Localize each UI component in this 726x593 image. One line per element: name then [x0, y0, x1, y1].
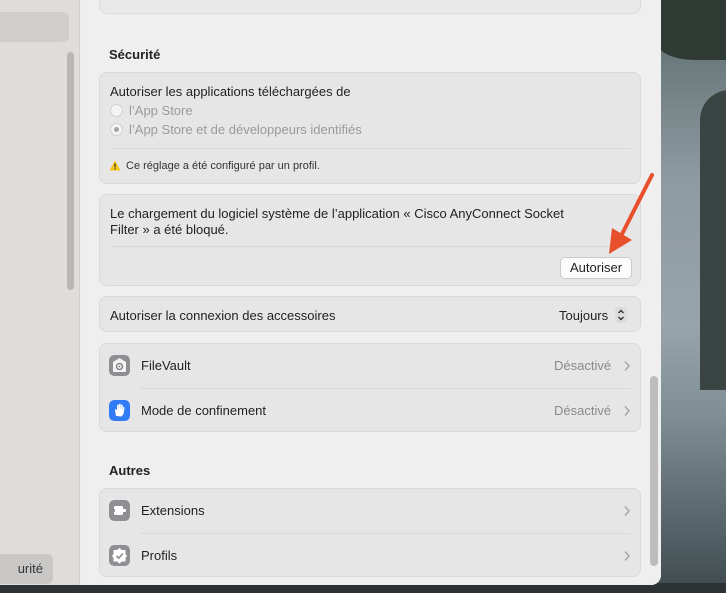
- lockdown-label: Mode de confinement: [141, 403, 267, 418]
- filevault-status: Désactivé: [554, 358, 612, 373]
- hand-icon: [109, 400, 130, 421]
- downloads-heading: Autoriser les applications téléchargées …: [110, 84, 351, 99]
- chevron-right-icon: [624, 506, 630, 516]
- downloads-box: Autoriser les applications téléchargées …: [99, 72, 641, 184]
- profile-notice: Ce réglage a été configuré par un profil…: [126, 160, 320, 172]
- profiles-icon: [109, 545, 130, 566]
- settings-window: urité Sécurité Autoriser les application…: [0, 0, 661, 585]
- sidebar-scrollbar[interactable]: [67, 52, 74, 290]
- accessories-popup-value[interactable]: Toujours: [559, 308, 608, 323]
- extensions-label: Extensions: [141, 503, 205, 518]
- radio-app-store-developers[interactable]: [110, 123, 123, 136]
- radio-app-store[interactable]: [110, 104, 123, 117]
- profiles-label: Profils: [141, 548, 178, 563]
- warning-icon: [109, 160, 121, 171]
- extensions-icon: [109, 500, 130, 521]
- blocked-message-line1: Le chargement du logiciel système de l’a…: [110, 206, 564, 221]
- lockdown-row[interactable]: Mode de confinement Désactivé: [100, 389, 640, 433]
- security-section-title: Sécurité: [109, 47, 161, 62]
- divider: [110, 246, 630, 247]
- radio-app-store-label: l’App Store: [129, 103, 193, 118]
- filevault-icon: [109, 355, 130, 376]
- filevault-row[interactable]: FileVault Désactivé: [100, 344, 640, 388]
- filevault-label: FileVault: [141, 358, 191, 373]
- content-scrollbar[interactable]: [650, 376, 658, 566]
- blocked-extension-box: Le chargement du logiciel système de l’a…: [99, 194, 641, 286]
- sidebar-item-security[interactable]: urité: [0, 554, 53, 584]
- blocked-message-line2: Filter » a été bloqué.: [110, 222, 229, 237]
- sidebar-item[interactable]: [0, 12, 69, 42]
- allow-button[interactable]: Autoriser: [560, 257, 633, 279]
- profiles-row[interactable]: Profils: [100, 534, 640, 578]
- extensions-row[interactable]: Extensions: [100, 489, 640, 533]
- others-section-title: Autres: [109, 463, 151, 478]
- wallpaper-rock: [700, 90, 726, 390]
- wallpaper-island: [655, 0, 726, 60]
- chevron-right-icon: [624, 551, 630, 561]
- chevron-updown-icon[interactable]: [615, 307, 627, 323]
- lockdown-status: Désactivé: [554, 403, 612, 418]
- radio-app-store-developers-label: l’App Store et de développeurs identifié…: [129, 122, 362, 137]
- chevron-right-icon: [624, 361, 630, 371]
- accessories-box: Autoriser la connexion des accessoires T…: [99, 296, 641, 332]
- sidebar: urité: [0, 0, 80, 585]
- others-box: Extensions Profils: [99, 488, 641, 577]
- chevron-right-icon: [624, 406, 630, 416]
- accessories-label: Autoriser la connexion des accessoires: [110, 308, 336, 323]
- annotation-arrow: [609, 173, 654, 254]
- previous-section-box: [99, 0, 641, 14]
- divider: [110, 148, 630, 149]
- settings-content: Sécurité Autoriser les applications télé…: [81, 0, 661, 585]
- security-options-box: FileVault Désactivé Mode de confinement …: [99, 343, 641, 432]
